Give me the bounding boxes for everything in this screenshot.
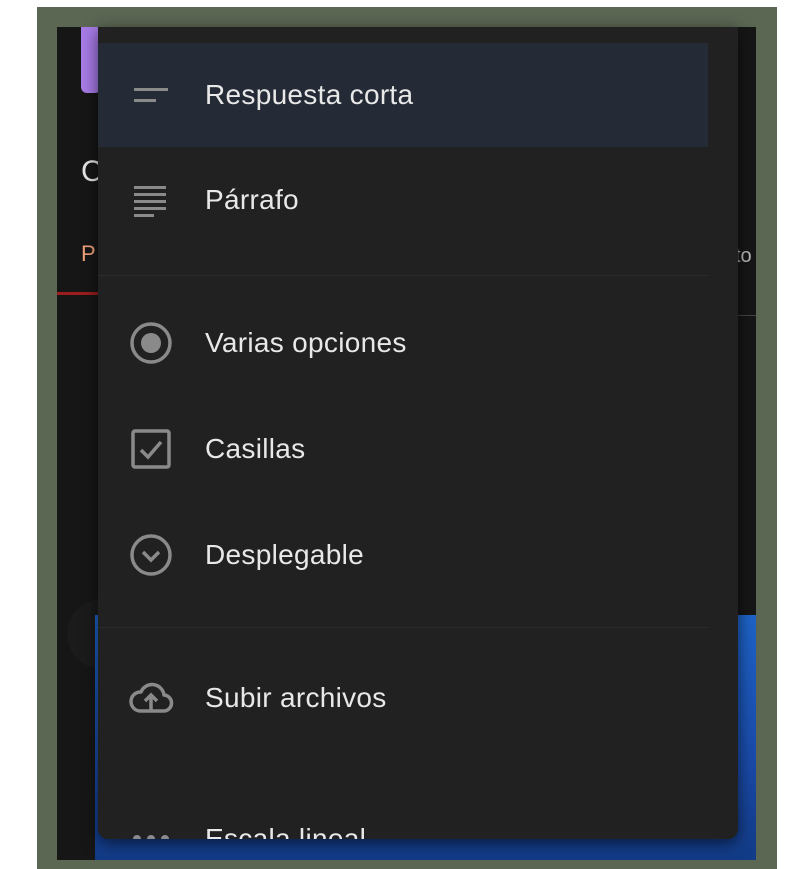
linear-scale-icon bbox=[133, 835, 169, 839]
menu-item-multiple-choice[interactable]: Varias opciones bbox=[98, 291, 708, 395]
radio-button-icon bbox=[130, 322, 172, 364]
menu-item-label: Casillas bbox=[205, 433, 306, 464]
menu-divider bbox=[98, 275, 708, 276]
question-type-menu: Respuesta corta Párrafo Varias opciones … bbox=[98, 27, 738, 839]
menu-item-label: Párrafo bbox=[205, 184, 299, 215]
cloud-upload-icon bbox=[129, 682, 174, 713]
menu-item-checkboxes[interactable]: Casillas bbox=[98, 397, 708, 501]
menu-divider bbox=[98, 627, 708, 628]
menu-item-linear-scale[interactable]: Escala lineal bbox=[98, 787, 708, 839]
tab-preguntas-partial[interactable]: P bbox=[81, 241, 96, 267]
paragraph-icon bbox=[134, 186, 166, 217]
checkbox-icon bbox=[131, 429, 171, 469]
menu-item-dropdown[interactable]: Desplegable bbox=[98, 503, 708, 607]
menu-item-label: Varias opciones bbox=[205, 327, 407, 358]
dropdown-circle-icon bbox=[130, 534, 172, 576]
menu-item-short-answer[interactable]: Respuesta corta bbox=[98, 43, 708, 147]
menu-item-label: Respuesta corta bbox=[205, 79, 414, 110]
menu-item-file-upload[interactable]: Subir archivos bbox=[98, 646, 708, 750]
menu-item-label: Escala lineal bbox=[205, 823, 367, 839]
short-answer-icon bbox=[134, 88, 168, 102]
menu-item-label: Subir archivos bbox=[205, 682, 387, 713]
menu-item-label: Desplegable bbox=[205, 539, 364, 570]
menu-item-paragraph[interactable]: Párrafo bbox=[98, 148, 708, 252]
